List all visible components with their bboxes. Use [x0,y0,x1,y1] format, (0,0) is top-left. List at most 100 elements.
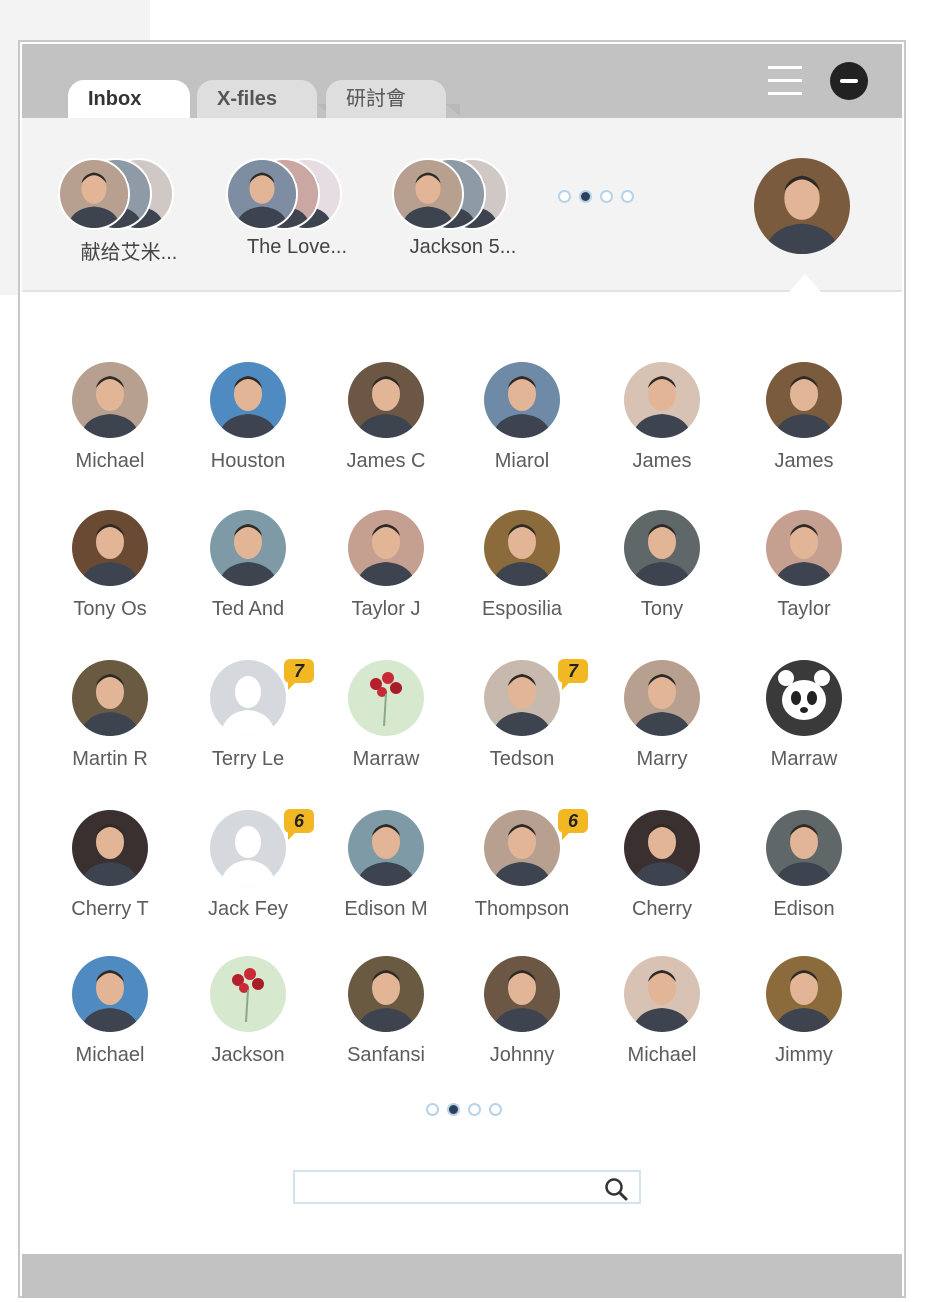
contact-item[interactable]: Tedson 7 [452,659,592,790]
contact-item[interactable]: James [734,362,874,492]
selected-pointer [789,274,821,292]
recent-page-dot[interactable] [621,190,634,203]
contact-item[interactable]: Jimmy [734,956,874,1086]
contact-item[interactable]: Cherry T [40,810,180,940]
contact-item[interactable]: Marry [592,660,732,790]
contact-item[interactable]: Michael [592,956,732,1086]
bottom-bar [22,1254,902,1298]
contact-name: Thompson [474,898,570,920]
contact-avatar [210,956,286,1032]
contacts-page-dot[interactable] [426,1103,439,1116]
contact-name: Taylor [777,598,831,620]
contact-name: Michael [75,450,145,472]
contact-name: Cherry [631,898,692,920]
contact-avatar [348,956,424,1032]
contacts-pagination [426,1103,502,1116]
contact-avatar [484,956,560,1032]
contact-name: Johnny [489,1044,555,1066]
contact-avatar [484,660,560,736]
search-box [293,1170,641,1204]
contact-name: Miarol [494,450,550,472]
contact-name: James [632,450,692,472]
contact-item[interactable]: Esposilia [452,510,592,640]
recent-page-dot[interactable] [600,190,613,203]
contact-item[interactable]: Jack Fey 6 [178,809,318,940]
contact-name: Marraw [770,748,838,770]
minus-circle-icon[interactable] [830,62,868,100]
search-icon[interactable] [603,1176,629,1202]
contact-avatar [348,510,424,586]
contact-name: Michael [627,1044,697,1066]
contact-item[interactable]: James [592,362,732,492]
contact-item[interactable]: Michael [40,956,180,1086]
contact-name: James C [346,450,426,472]
contact-item[interactable]: Tony [592,510,732,640]
contact-avatar [484,510,560,586]
contact-name: Marraw [352,748,420,770]
contact-avatar [624,510,700,586]
contact-item[interactable]: Edison M [316,810,456,940]
contact-item[interactable]: Ted And [178,510,318,640]
contact-name: Houston [210,450,286,472]
recent-page-dot[interactable] [579,190,592,203]
contact-avatar [766,510,842,586]
contact-item[interactable]: Sanfansi [316,956,456,1086]
contact-avatar [210,510,286,586]
contact-avatar [766,810,842,886]
contact-item[interactable]: Jackson [178,956,318,1086]
group-chat-item[interactable]: 献给艾米... [54,158,204,268]
contact-name: Martin R [72,748,148,770]
contact-avatar [624,362,700,438]
recent-page-dot[interactable] [558,190,571,203]
contact-item[interactable]: Cherry [592,810,732,940]
contact-item[interactable]: James C [316,362,456,492]
contact-item[interactable]: Thompson 6 [452,809,592,940]
contact-item[interactable]: Marraw [734,660,874,790]
contact-item[interactable]: Terry Le 7 [178,659,318,790]
contact-avatar [348,362,424,438]
contact-name: Esposilia [481,598,563,620]
contact-item[interactable]: Edison [734,810,874,940]
contact-name: Edison M [344,898,428,920]
contact-avatar [210,362,286,438]
group-chat-item[interactable]: Jackson 5... [388,158,538,268]
contacts-page-dot[interactable] [447,1103,460,1116]
contacts-page-dot[interactable] [468,1103,481,1116]
contact-item[interactable]: Miarol [452,362,592,492]
group-chat-item[interactable]: The Love... [222,158,372,268]
contact-avatar [484,810,560,886]
contact-name: Tony Os [73,598,147,620]
contact-item[interactable]: Taylor J [316,510,456,640]
unread-badge: 6 [284,809,314,840]
contact-avatar [348,810,424,886]
tab-x-files[interactable]: X-files [197,80,317,120]
contact-avatar [624,810,700,886]
contact-name: Tony [640,598,684,620]
contact-name: Edison [773,898,835,920]
contact-avatar [766,956,842,1032]
contact-item[interactable]: Michael [40,362,180,492]
contact-avatar [210,660,286,736]
contact-item[interactable]: Tony Os [40,510,180,640]
contact-name: Tedson [489,748,555,770]
contact-avatar [210,810,286,886]
contact-item[interactable]: Houston [178,362,318,492]
group-member-avatar [58,158,130,230]
contact-name: Terry Le [211,748,285,770]
contact-name: Sanfansi [347,1044,425,1066]
contact-item[interactable]: Martin R [40,660,180,790]
contact-item[interactable]: Johnny [452,956,592,1086]
contact-item[interactable]: Marraw [316,660,456,790]
tab-seminar[interactable]: 研討會 [326,80,446,120]
contact-name: Cherry T [71,898,149,920]
contact-item[interactable]: Taylor [734,510,874,640]
current-user-avatar[interactable] [754,158,850,254]
hamburger-icon[interactable] [768,66,802,98]
contact-avatar [766,362,842,438]
contacts-page-dot[interactable] [489,1103,502,1116]
contact-avatar [766,660,842,736]
contact-name: Jack Fey [207,898,289,920]
contact-avatar [624,956,700,1032]
contact-name: Jimmy [775,1044,833,1066]
search-input[interactable] [299,1174,593,1202]
